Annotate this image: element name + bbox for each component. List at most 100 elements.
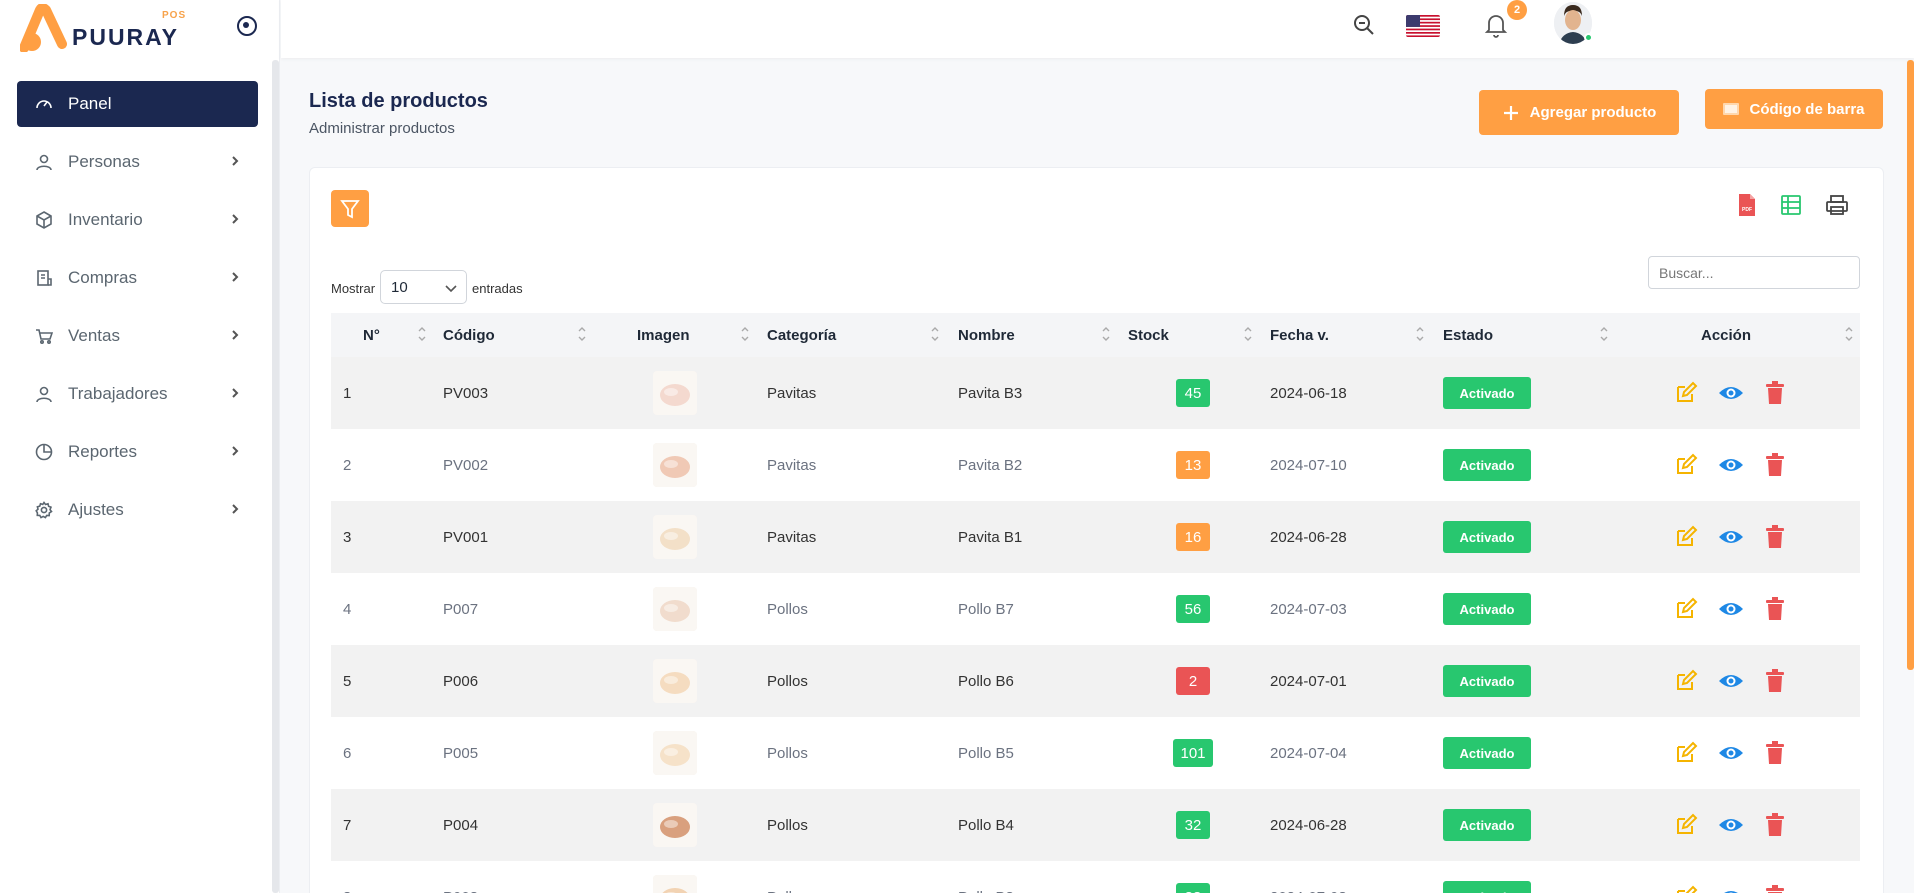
sidebar-item-label: Panel xyxy=(68,94,112,113)
view-button[interactable] xyxy=(1718,596,1744,622)
product-thumbnail[interactable] xyxy=(653,587,697,631)
page-title: Lista de productos xyxy=(309,90,488,112)
product-thumbnail[interactable] xyxy=(653,371,697,415)
status-badge[interactable]: Activado xyxy=(1443,665,1531,697)
delete-button[interactable] xyxy=(1762,884,1788,893)
edit-button[interactable] xyxy=(1673,740,1699,766)
sort-icon[interactable] xyxy=(740,323,750,345)
view-button[interactable] xyxy=(1718,884,1744,893)
printer-icon xyxy=(1826,195,1848,215)
sidebar-item-inventario[interactable]: Inventario xyxy=(17,197,258,243)
status-badge[interactable]: Activado xyxy=(1443,737,1531,769)
sidebar-item-trabajadores[interactable]: Trabajadores xyxy=(17,371,258,417)
print-button[interactable] xyxy=(1824,191,1850,219)
table-row: 8 P003 Pollos Pollo B3 38 2024-07-08 Act… xyxy=(331,861,1860,893)
export-pdf-button[interactable]: PDF xyxy=(1734,191,1760,219)
trash-icon xyxy=(1766,669,1784,692)
search-icon[interactable] xyxy=(1352,13,1376,37)
view-button[interactable] xyxy=(1718,380,1744,406)
actions-cell xyxy=(1762,861,1788,893)
sidebar-item-ventas[interactable]: Ventas xyxy=(17,313,258,359)
sidebar-item-reportes[interactable]: Reportes xyxy=(17,429,258,475)
sidebar-item-ajustes[interactable]: Ajustes xyxy=(17,487,258,533)
sort-icon[interactable] xyxy=(577,323,587,345)
sort-icon[interactable] xyxy=(1415,323,1425,345)
table-row: 2 PV002 Pavitas Pavita B2 13 2024-07-10 … xyxy=(331,429,1860,501)
column-header-stock[interactable]: Stock xyxy=(1128,313,1169,357)
edit-button[interactable] xyxy=(1673,524,1699,550)
product-thumbnail[interactable] xyxy=(653,875,697,893)
edit-button[interactable] xyxy=(1673,380,1699,406)
logo-mark-icon xyxy=(20,4,67,52)
search-input[interactable] xyxy=(1648,256,1860,289)
view-button[interactable] xyxy=(1718,524,1744,550)
status-badge[interactable]: Activado xyxy=(1443,881,1531,893)
sidebar-scrollbar[interactable] xyxy=(272,60,279,893)
product-thumbnail[interactable] xyxy=(653,443,697,487)
sort-icon[interactable] xyxy=(1599,323,1609,345)
view-button[interactable] xyxy=(1718,452,1744,478)
status-badge[interactable]: Activado xyxy=(1443,593,1531,625)
filter-button[interactable] xyxy=(331,190,369,227)
column-header-actions[interactable]: Acción xyxy=(1701,313,1751,357)
view-button[interactable] xyxy=(1718,740,1744,766)
product-thumbnail[interactable] xyxy=(653,515,697,559)
sort-icon[interactable] xyxy=(930,323,940,345)
edit-button[interactable] xyxy=(1673,596,1699,622)
delete-button[interactable] xyxy=(1762,812,1788,838)
top-header xyxy=(281,0,1914,58)
column-header-image[interactable]: Imagen xyxy=(637,313,690,357)
column-header-number[interactable]: N° xyxy=(363,313,380,357)
delete-button[interactable] xyxy=(1762,452,1788,478)
brand-logo[interactable]: POS PUURAY xyxy=(20,4,185,52)
add-product-button[interactable]: Agregar producto xyxy=(1479,90,1679,135)
column-header-status[interactable]: Estado xyxy=(1443,313,1493,357)
product-thumbnail[interactable] xyxy=(653,803,697,847)
eye-icon xyxy=(1719,675,1743,687)
column-header-category[interactable]: Categoría xyxy=(767,313,836,357)
user-icon xyxy=(35,385,53,403)
page-scrollbar[interactable] xyxy=(1907,60,1914,670)
cell-number: 6 xyxy=(343,744,352,762)
status-badge[interactable]: Activado xyxy=(1443,449,1531,481)
column-header-name[interactable]: Nombre xyxy=(958,313,1015,357)
column-header-expiry-date[interactable]: Fecha v. xyxy=(1270,313,1329,357)
delete-button[interactable] xyxy=(1762,740,1788,766)
status-badge[interactable]: Activado xyxy=(1443,377,1531,409)
page-size-select[interactable]: 10 xyxy=(380,270,467,304)
column-header-code[interactable]: Código xyxy=(443,313,495,357)
sort-icon[interactable] xyxy=(1844,323,1854,345)
pie-chart-icon xyxy=(35,443,53,461)
show-label: Mostrar xyxy=(331,281,376,296)
view-button[interactable] xyxy=(1718,812,1744,838)
product-thumbnail[interactable] xyxy=(653,731,697,775)
receipt-icon xyxy=(35,269,53,287)
delete-button[interactable] xyxy=(1762,596,1788,622)
delete-button[interactable] xyxy=(1762,380,1788,406)
view-button[interactable] xyxy=(1718,668,1744,694)
edit-button[interactable] xyxy=(1673,812,1699,838)
sort-icon[interactable] xyxy=(1243,323,1253,345)
edit-button[interactable] xyxy=(1673,452,1699,478)
sidebar-toggle-icon[interactable] xyxy=(237,16,257,36)
status-badge[interactable]: Activado xyxy=(1443,521,1531,553)
stock-cell: 38 xyxy=(1166,861,1220,893)
status-badge[interactable]: Activado xyxy=(1443,809,1531,841)
us-flag-icon[interactable] xyxy=(1406,15,1440,37)
edit-button[interactable] xyxy=(1673,884,1699,893)
barcode-button[interactable]: Código de barra xyxy=(1705,89,1883,129)
cell-expiry-date: 2024-07-08 xyxy=(1270,861,1347,893)
cell-name: Pollo B3 xyxy=(958,861,1014,893)
sort-icon[interactable] xyxy=(1101,323,1111,345)
sidebar-item-compras[interactable]: Compras xyxy=(17,255,258,301)
product-thumbnail[interactable] xyxy=(653,659,697,703)
bell-icon[interactable] xyxy=(1484,12,1508,38)
sort-icon[interactable] xyxy=(417,323,427,345)
sidebar-item-personas[interactable]: Personas xyxy=(17,139,258,185)
export-excel-button[interactable] xyxy=(1778,191,1804,219)
delete-button[interactable] xyxy=(1762,524,1788,550)
edit-button[interactable] xyxy=(1673,668,1699,694)
sidebar-item-panel[interactable]: Panel xyxy=(17,81,258,127)
cell-code: PV001 xyxy=(443,528,489,546)
delete-button[interactable] xyxy=(1762,668,1788,694)
